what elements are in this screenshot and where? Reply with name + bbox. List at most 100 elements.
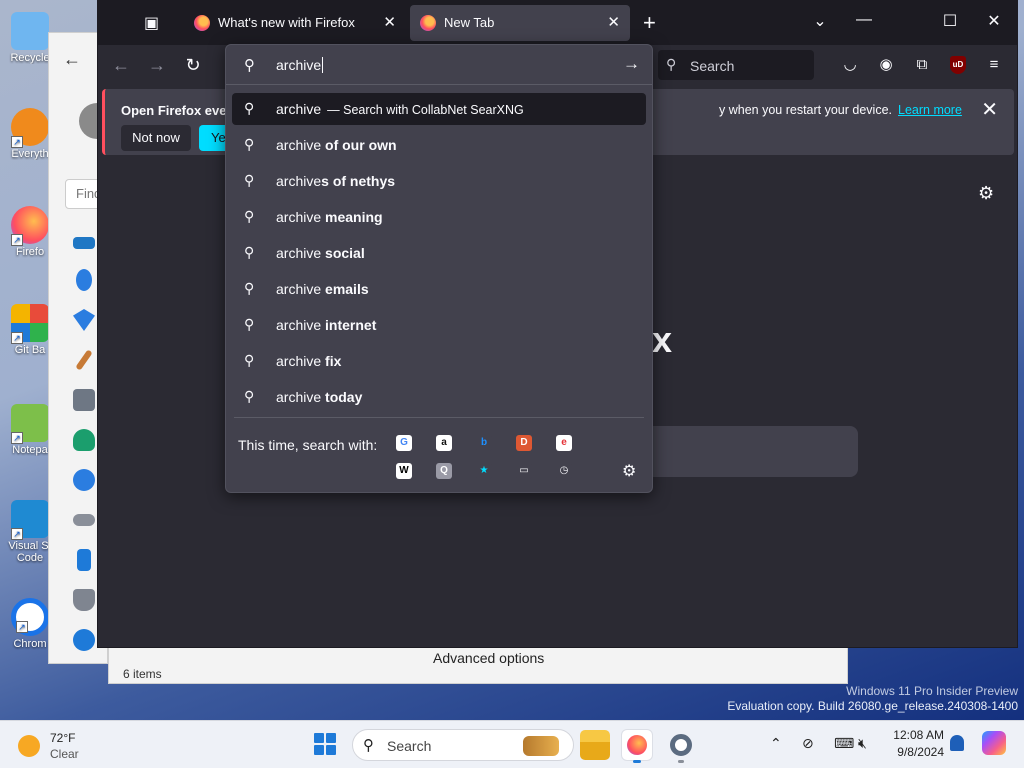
search-icon: ⚲ (244, 136, 255, 152)
suggestion-item[interactable]: ⚲ archive internet (232, 309, 646, 341)
tab-strip: ▣ What's new with Firefox ✕ New Tab ✕ + … (98, 1, 1017, 45)
suggestion-search-with-engine[interactable]: ⚲ archive — Search with CollabNet SearXNG (232, 93, 646, 125)
network-off-icon[interactable]: ⊘ (802, 735, 814, 752)
ublock-origin-icon[interactable]: uD (950, 56, 966, 74)
tab-whats-new[interactable]: What's new with Firefox ✕ (184, 5, 406, 41)
extensions-icon[interactable]: ⧉ (912, 55, 932, 75)
privacy-security-icon[interactable] (73, 589, 95, 611)
search-icon: ⚲ (244, 100, 255, 116)
accessibility-icon[interactable] (77, 549, 91, 571)
list-all-tabs-icon[interactable]: ▣ (144, 13, 164, 33)
suggestion-text: archive fix (276, 353, 341, 369)
bing-icon[interactable]: b (476, 435, 492, 451)
windows-update-icon[interactable] (73, 629, 95, 651)
url-input[interactable]: ⚲ archive → (226, 45, 652, 85)
taskbar-search-placeholder: Search (387, 738, 432, 754)
wikipedia-icon[interactable]: W (396, 463, 412, 479)
suggestion-item[interactable]: ⚲ archive social (232, 237, 646, 269)
taskbar-search-box[interactable]: ⚲ Search (352, 729, 574, 761)
new-tab-plus-icon[interactable]: + (643, 10, 656, 36)
apps-icon[interactable] (73, 389, 95, 411)
tab-title: What's new with Firefox (218, 15, 355, 30)
learn-more-link[interactable]: Learn more (898, 103, 962, 117)
reload-icon[interactable]: ↻ (182, 54, 204, 76)
menu-icon[interactable]: ≡ (984, 55, 1004, 75)
accounts-icon[interactable] (73, 429, 95, 451)
suggestion-text: archive — Search with CollabNet SearXNG (276, 101, 524, 117)
duckduckgo-icon[interactable]: D (516, 435, 532, 451)
ebay-icon[interactable]: e (556, 435, 572, 451)
amazon-icon[interactable]: a (436, 435, 452, 451)
search-settings-gear-icon[interactable]: ⚙ (622, 461, 636, 481)
suggestion-item[interactable]: ⚲ archive meaning (232, 201, 646, 233)
minimize-icon[interactable]: — (854, 11, 874, 29)
forward-icon[interactable]: → (146, 54, 168, 76)
google-icon[interactable]: G (396, 435, 412, 451)
suggestion-text: archive social (276, 245, 365, 261)
keyboard-icon[interactable]: ⌨ (834, 735, 854, 752)
tab-new-tab[interactable]: New Tab ✕ (410, 5, 630, 41)
suggestion-text: archive today (276, 389, 362, 405)
close-tab-icon[interactable]: ✕ (383, 13, 396, 31)
bluetooth-icon[interactable] (76, 269, 92, 291)
suggestion-prefix: archive (276, 389, 322, 405)
suggestion-item[interactable]: ⚲ archive today (232, 381, 646, 413)
search-icon: ⚲ (244, 352, 255, 368)
back-icon[interactable]: ← (110, 54, 132, 76)
time-language-icon[interactable] (73, 469, 95, 491)
file-explorer-icon[interactable] (580, 730, 610, 760)
suggestion-query: archive (276, 101, 322, 117)
toolbar-search-placeholder: Search (690, 58, 735, 74)
close-tab-icon[interactable]: ✕ (607, 13, 620, 31)
typed-text: archive (276, 57, 322, 73)
suggestion-text: archives of nethys (276, 173, 395, 189)
suggestion-prefix: archive (276, 209, 322, 225)
suggestion-completion: social (321, 245, 365, 261)
close-window-icon[interactable]: ✕ (984, 11, 1004, 31)
go-arrow-icon[interactable]: → (623, 54, 640, 74)
settings-taskbar-icon[interactable] (666, 730, 696, 763)
not-now-button[interactable]: Not now (121, 125, 191, 151)
notification-tail-text: y when you restart your device. (719, 103, 892, 117)
chrome-icon: ↗ (11, 598, 49, 636)
weather-temp: 72°F (50, 731, 76, 745)
divider (234, 417, 644, 418)
gaming-icon[interactable] (73, 514, 95, 526)
settings-gear-icon (670, 734, 692, 756)
pocket-icon[interactable]: ◡ (840, 55, 860, 75)
newtab-search-box[interactable] (650, 426, 858, 477)
suggestion-item[interactable]: ⚲ archive fix (232, 345, 646, 377)
clock[interactable]: 12:08 AM 9/8/2024 (880, 727, 944, 761)
advanced-options-link[interactable]: Advanced options (433, 650, 544, 666)
suggestion-completion: internet (321, 317, 377, 333)
personalization-icon[interactable] (75, 349, 93, 371)
chevron-up-icon[interactable]: ⌃ (770, 735, 782, 752)
account-icon[interactable]: ◉ (876, 55, 896, 75)
suggestion-item[interactable]: ⚲ archives of nethys (232, 165, 646, 197)
suggestion-item[interactable]: ⚲ archive of our own (232, 129, 646, 161)
search-icon: ⚲ (244, 244, 255, 260)
maximize-icon[interactable]: ☐ (940, 11, 960, 31)
toolbar-search-box[interactable]: ⚲ Search (658, 50, 814, 80)
volume-muted-icon[interactable]: 🔇︎ (858, 735, 867, 752)
firefox-taskbar-icon[interactable] (622, 730, 652, 763)
shortcut-arrow-icon: ↗ (11, 528, 23, 540)
network-icon[interactable] (73, 309, 95, 331)
tabs-icon[interactable]: ▭ (516, 463, 532, 479)
suggestion-completion: s of nethys (321, 173, 396, 189)
chevron-down-icon[interactable]: ⌄ (810, 11, 830, 31)
back-arrow-icon[interactable]: ← (63, 49, 81, 70)
windows-start-icon[interactable] (314, 733, 336, 755)
copilot-icon[interactable] (982, 731, 1006, 755)
searxng-icon[interactable]: Q (436, 463, 452, 479)
notification-bell-icon[interactable] (950, 735, 964, 751)
suggestion-completion: meaning (321, 209, 383, 225)
history-icon[interactable]: ◷ (556, 463, 572, 479)
shortcut-arrow-icon: ↗ (16, 621, 28, 633)
close-notification-icon[interactable]: ✕ (981, 97, 998, 122)
suggestion-item[interactable]: ⚲ archive emails (232, 273, 646, 305)
suggestion-text: archive emails (276, 281, 369, 297)
personalize-gear-icon[interactable]: ⚙ (978, 183, 994, 204)
system-icon[interactable] (73, 237, 95, 249)
bookmarks-icon[interactable]: ★ (476, 463, 492, 479)
